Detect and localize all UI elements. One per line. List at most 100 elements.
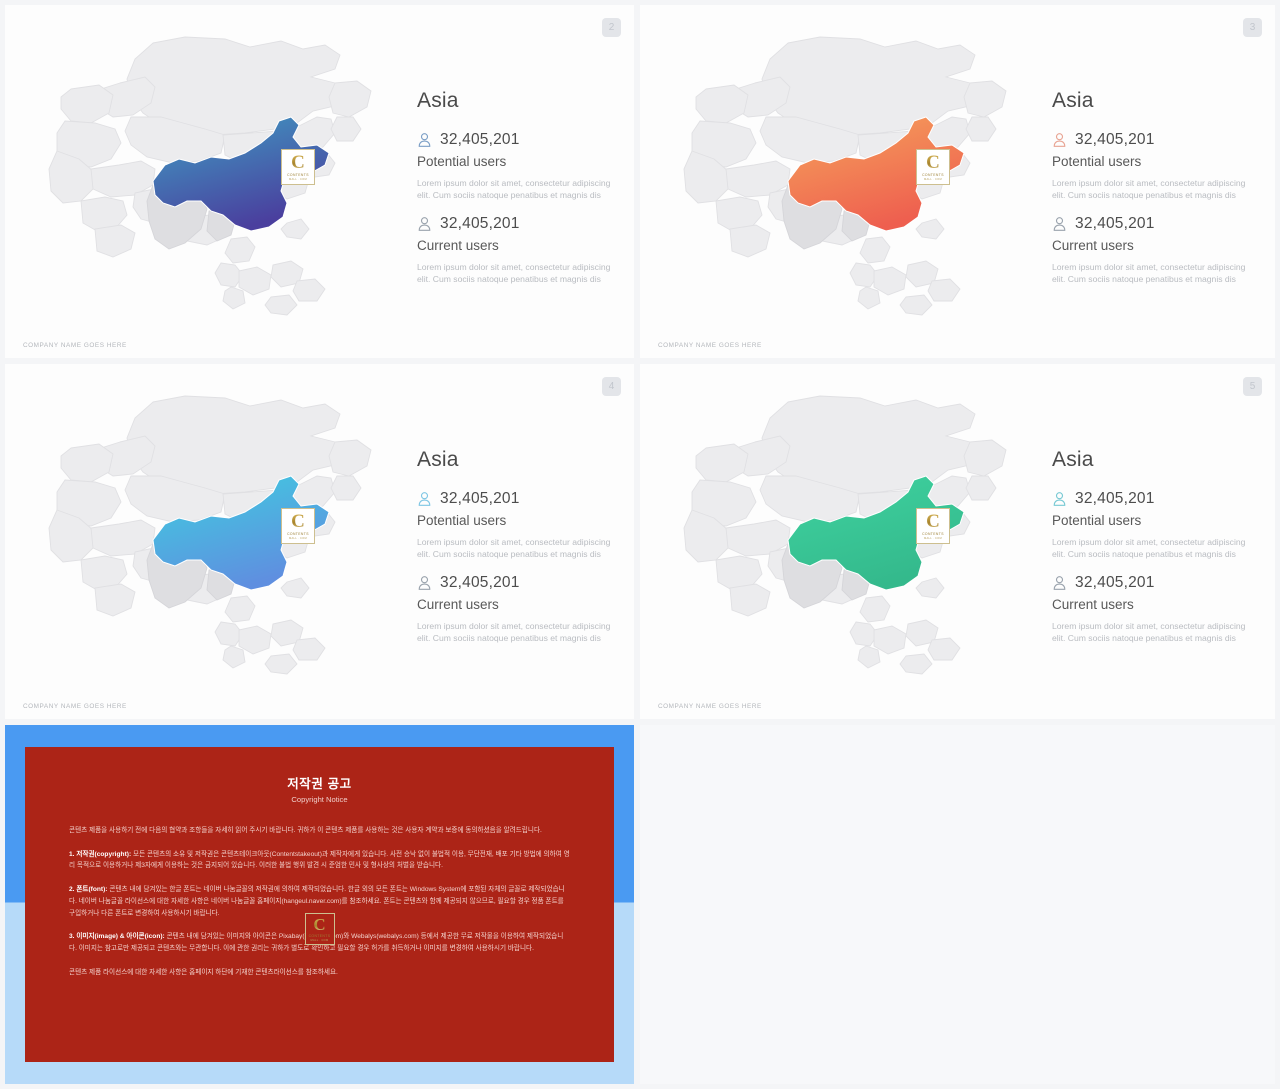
current-users-row: 32,405,201: [1052, 215, 1260, 233]
current-users-description: Lorem ipsum dolor sit amet, consectetur …: [417, 620, 611, 644]
person-icon: [418, 217, 431, 231]
slide-thumbnail-copyright[interactable]: 저작권 공고 Copyright Notice 콘텐츠 제품을 사용하기 전에 …: [5, 725, 634, 1084]
current-users-value: 32,405,201: [440, 573, 520, 591]
copyright-paragraph-lead: 2. 폰트(font):: [69, 886, 108, 894]
person-icon: [418, 576, 431, 590]
copyright-paragraph: 1. 저작권(copyright): 모든 콘텐츠의 소유 및 저작권은 콘텐츠…: [69, 849, 570, 872]
potential-users-description: Lorem ipsum dolor sit amet, consectetur …: [417, 178, 611, 201]
copyright-subtitle: Copyright Notice: [291, 795, 348, 804]
current-users-label: Current users: [417, 596, 499, 612]
region-title: Asia: [1052, 89, 1094, 112]
slide-number-badge: 5: [1243, 377, 1262, 396]
potential-users-description: Lorem ipsum dolor sit amet, consectetur …: [1052, 178, 1246, 201]
current-users-label: Current users: [417, 237, 499, 253]
slide-thumbnail-2[interactable]: 2 C CONTENTS MALL . COM Asia 32,405,201 …: [5, 5, 634, 358]
current-users-value: 32,405,201: [440, 214, 520, 232]
logo-line2: MALL . COM: [924, 536, 942, 540]
logo-line2: MALL . COM: [310, 938, 329, 942]
logo-letter: C: [291, 151, 305, 173]
region-info-panel: Asia 32,405,201 Potential users Lorem ip…: [417, 89, 625, 299]
company-footer: COMPANY NAME GOES HERE: [658, 342, 762, 349]
potential-users-row: 32,405,201: [417, 490, 625, 508]
slide-thumbnail-4[interactable]: 4 C CONTENTS MALL . COM Asia 32,405,201 …: [5, 364, 634, 719]
potential-users-label: Potential users: [1052, 154, 1142, 169]
logo-line1: CONTENTS: [287, 172, 309, 177]
region-info-panel: Asia 32,405,201 Potential users Lorem ip…: [417, 448, 625, 658]
logo-letter: C: [926, 510, 940, 532]
potential-users-label: Potential users: [417, 154, 507, 169]
copyright-paragraph-text: 콘텐츠 제품 라이선스에 대한 자세한 사항은 홈페이지 하단에 기재한 콘텐츠…: [69, 968, 338, 976]
current-users-label: Current users: [1052, 237, 1134, 253]
current-users-row: 32,405,201: [1052, 574, 1260, 592]
brand-logo-card: C CONTENTS MALL . COM: [916, 149, 950, 185]
current-users-description: Lorem ipsum dolor sit amet, consectetur …: [417, 261, 611, 285]
logo-letter: C: [313, 914, 326, 934]
copyright-paragraph-lead: 1. 저작권(copyright):: [69, 850, 132, 858]
brand-logo-card: C CONTENTS MALL . COM: [281, 508, 315, 544]
company-footer: COMPANY NAME GOES HERE: [23, 703, 127, 710]
copyright-paragraph-text: 콘텐츠 제품을 사용하기 전에 다음의 협약과 조항들을 자세히 읽어 주시기 …: [69, 827, 542, 834]
person-icon: [1053, 133, 1066, 147]
current-users-row: 32,405,201: [417, 215, 625, 233]
region-info-panel: Asia 32,405,201 Potential users Lorem ip…: [1052, 448, 1260, 658]
person-icon: [418, 492, 431, 506]
potential-users-row: 32,405,201: [417, 131, 625, 149]
slide-number-badge: 4: [602, 377, 621, 396]
copyright-panel: 저작권 공고 Copyright Notice 콘텐츠 제품을 사용하기 전에 …: [25, 747, 614, 1062]
logo-letter: C: [291, 510, 305, 532]
current-users-row: 32,405,201: [417, 574, 625, 592]
asia-map: [35, 25, 405, 335]
asia-map: [35, 384, 405, 694]
logo-letter: C: [926, 151, 940, 173]
copyright-paragraph: 콘텐츠 제품 라이선스에 대한 자세한 사항은 홈페이지 하단에 기재한 콘텐츠…: [69, 967, 570, 979]
empty-slide-placeholder: [640, 725, 1275, 1084]
slide-thumbnail-5[interactable]: 5 C CONTENTS MALL . COM Asia 32,405,201 …: [640, 364, 1275, 719]
current-users-description: Lorem ipsum dolor sit amet, consectetur …: [1052, 261, 1246, 285]
current-users-value: 32,405,201: [1075, 573, 1155, 591]
slide-thumbnail-3[interactable]: 3 C CONTENTS MALL . COM Asia 32,405,201 …: [640, 5, 1275, 358]
region-title: Asia: [417, 89, 459, 112]
logo-line1: CONTENTS: [308, 933, 331, 938]
logo-line1: CONTENTS: [922, 172, 944, 177]
copyright-slide-frame: 저작권 공고 Copyright Notice 콘텐츠 제품을 사용하기 전에 …: [5, 725, 634, 1084]
asia-map: [670, 25, 1040, 335]
potential-users-value: 32,405,201: [440, 490, 520, 507]
slide-grid: 2 C CONTENTS MALL . COM Asia 32,405,201 …: [0, 0, 1280, 1089]
slide-number-badge: 2: [602, 18, 621, 37]
copyright-title: 저작권 공고: [287, 777, 352, 791]
copyright-paragraph-lead: 3. 이미지(image) & 아이콘(icon):: [69, 933, 165, 941]
current-users-label: Current users: [1052, 596, 1134, 612]
person-icon: [418, 133, 431, 147]
current-users-description: Lorem ipsum dolor sit amet, consectetur …: [1052, 620, 1246, 644]
current-users-value: 32,405,201: [1075, 214, 1155, 232]
person-icon: [1053, 492, 1066, 506]
potential-users-value: 32,405,201: [440, 131, 520, 148]
copyright-paragraph-text: 모든 콘텐츠의 소유 및 저작권은 콘텐츠테이크아웃(Contentstakeo…: [69, 850, 570, 870]
asia-map: [670, 384, 1040, 694]
potential-users-description: Lorem ipsum dolor sit amet, consectetur …: [1052, 537, 1246, 560]
person-icon: [1053, 217, 1066, 231]
region-title: Asia: [1052, 448, 1094, 471]
brand-logo-card: C CONTENTS MALL . COM: [916, 508, 950, 544]
logo-line2: MALL . COM: [289, 177, 307, 181]
logo-line1: CONTENTS: [922, 531, 944, 536]
logo-line1: CONTENTS: [287, 531, 309, 536]
company-footer: COMPANY NAME GOES HERE: [658, 703, 762, 710]
potential-users-description: Lorem ipsum dolor sit amet, consectetur …: [417, 537, 611, 560]
copyright-paragraph: 콘텐츠 제품을 사용하기 전에 다음의 협약과 조항들을 자세히 읽어 주시기 …: [69, 825, 570, 837]
person-icon: [1053, 576, 1066, 590]
potential-users-value: 32,405,201: [1075, 131, 1155, 148]
potential-users-value: 32,405,201: [1075, 490, 1155, 507]
brand-logo-card: C CONTENTS MALL . COM: [304, 913, 335, 945]
logo-line2: MALL . COM: [924, 177, 942, 181]
region-title: Asia: [417, 448, 459, 471]
brand-logo-card: C CONTENTS MALL . COM: [281, 149, 315, 185]
potential-users-row: 32,405,201: [1052, 131, 1260, 149]
potential-users-label: Potential users: [1052, 513, 1142, 528]
slide-number-badge: 3: [1243, 18, 1262, 37]
potential-users-row: 32,405,201: [1052, 490, 1260, 508]
company-footer: COMPANY NAME GOES HERE: [23, 342, 127, 349]
region-info-panel: Asia 32,405,201 Potential users Lorem ip…: [1052, 89, 1260, 299]
logo-line2: MALL . COM: [289, 536, 307, 540]
potential-users-label: Potential users: [417, 513, 507, 528]
